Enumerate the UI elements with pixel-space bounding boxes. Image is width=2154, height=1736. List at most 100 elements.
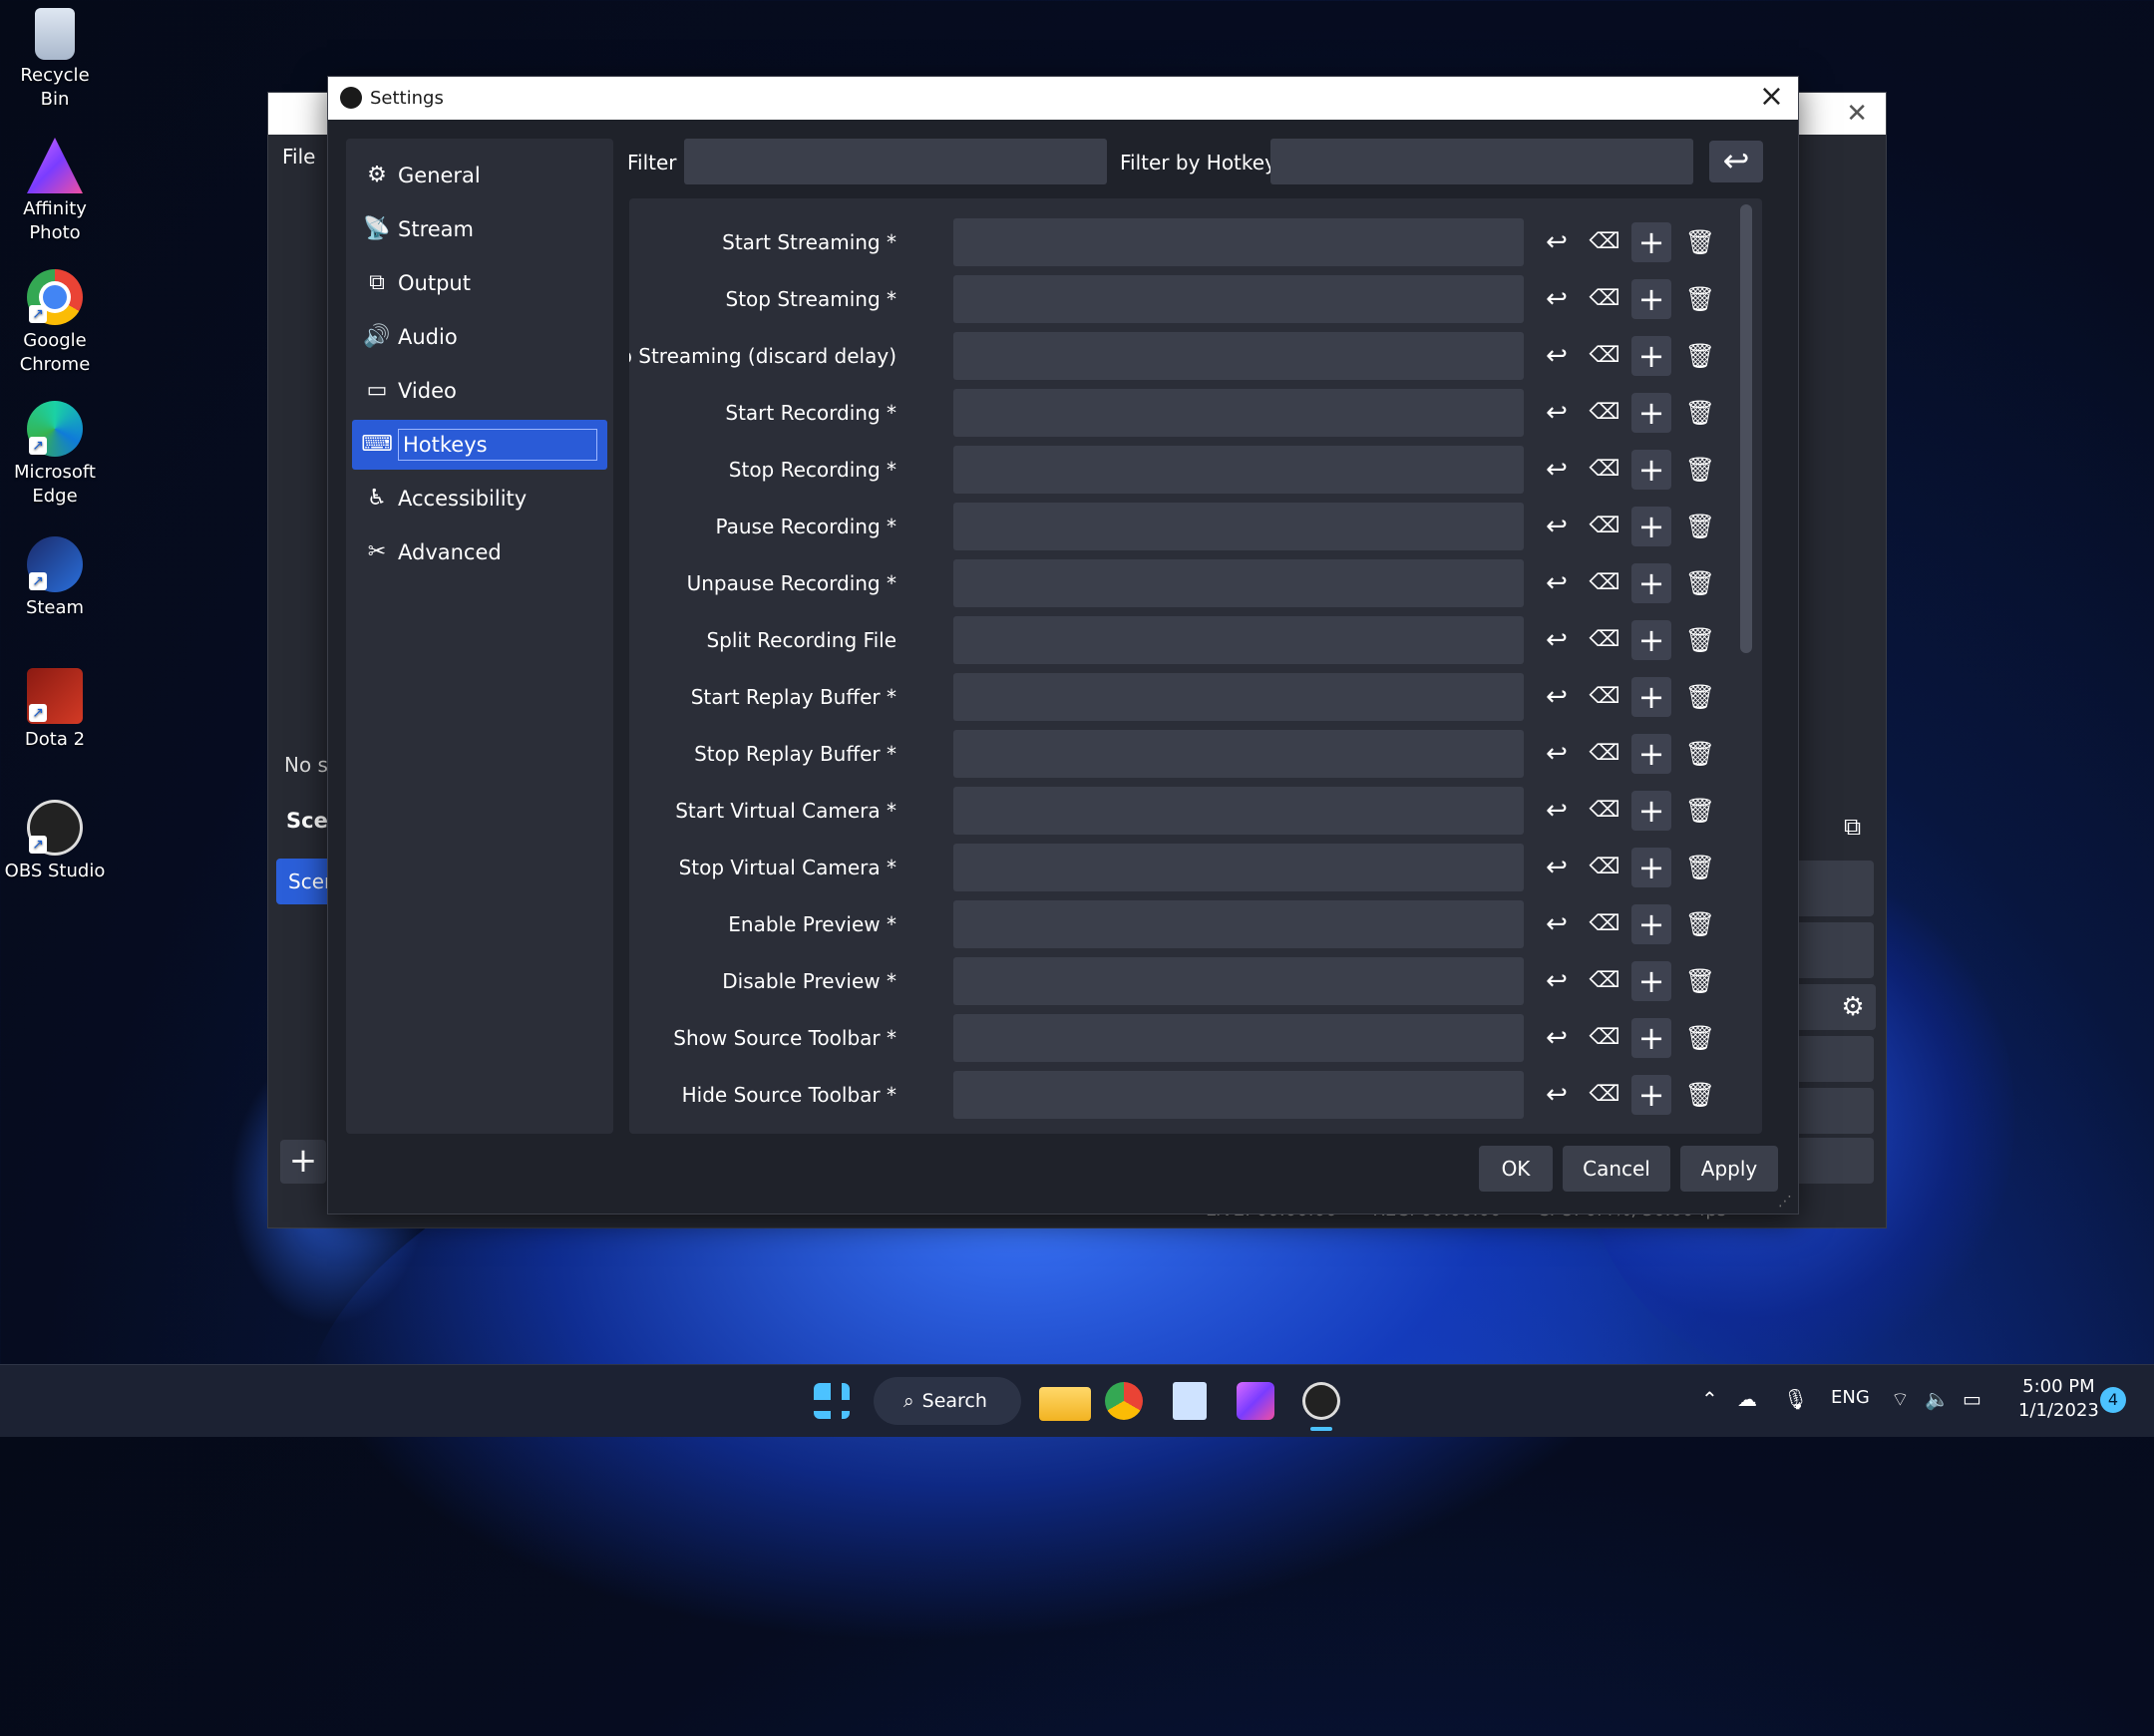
sidebar-item-audio[interactable]: 🔊 Audio	[352, 312, 607, 362]
add-icon[interactable]: +	[1631, 279, 1671, 319]
add-scene-button[interactable]: +	[280, 1140, 326, 1184]
hotkey-input[interactable]	[953, 332, 1524, 380]
chevron-up-icon[interactable]: ⌃	[1701, 1387, 1718, 1411]
add-icon[interactable]: +	[1631, 393, 1671, 433]
sidebar-item-output[interactable]: ⧉ Output	[352, 258, 607, 308]
control-button[interactable]	[1794, 1138, 1874, 1184]
revert-icon[interactable]: ↩	[1537, 791, 1577, 831]
desktop-icon-chrome[interactable]: ↗ Google Chrome	[0, 261, 110, 377]
chrome-icon[interactable]	[1105, 1382, 1143, 1420]
trash-icon[interactable]: 🗑	[1680, 848, 1720, 887]
gear-icon[interactable]: ⚙	[1830, 984, 1876, 1030]
reset-filter-button[interactable]: ↩	[1709, 141, 1763, 182]
sidebar-item-hotkeys[interactable]: ⌨ Hotkeys	[352, 420, 607, 470]
clear-icon[interactable]: ⌫	[1585, 620, 1624, 660]
add-icon[interactable]: +	[1631, 734, 1671, 774]
sidebar-item-general[interactable]: ⚙ General	[352, 151, 607, 200]
revert-icon[interactable]: ↩	[1537, 677, 1577, 717]
menu-file[interactable]: File	[282, 145, 315, 169]
control-button[interactable]	[1794, 1088, 1874, 1134]
clear-icon[interactable]: ⌫	[1585, 1075, 1624, 1115]
trash-icon[interactable]: 🗑	[1680, 279, 1720, 319]
trash-icon[interactable]: 🗑	[1680, 336, 1720, 376]
hotkey-input[interactable]	[953, 218, 1524, 266]
trash-icon[interactable]: 🗑	[1680, 393, 1720, 433]
trash-icon[interactable]: 🗑	[1680, 450, 1720, 490]
add-icon[interactable]: +	[1631, 1075, 1671, 1115]
filter-by-hotkey-input[interactable]	[1270, 139, 1693, 184]
battery-icon[interactable]: ▭	[1963, 1387, 1981, 1411]
trash-icon[interactable]: 🗑	[1680, 1075, 1720, 1115]
hotkey-input[interactable]	[953, 389, 1524, 437]
add-icon[interactable]: +	[1631, 904, 1671, 944]
resize-grip-icon[interactable]: ⋰	[1778, 1194, 1792, 1210]
hotkey-input[interactable]	[953, 1071, 1524, 1119]
ok-button[interactable]: OK	[1479, 1146, 1553, 1192]
filter-input[interactable]	[684, 139, 1107, 184]
trash-icon[interactable]: 🗑	[1680, 791, 1720, 831]
hotkey-input[interactable]	[953, 844, 1524, 891]
desktop-icon-edge[interactable]: ↗ Microsoft Edge	[0, 393, 110, 509]
add-icon[interactable]: +	[1631, 791, 1671, 831]
hotkey-input[interactable]	[953, 673, 1524, 721]
clear-icon[interactable]: ⌫	[1585, 677, 1624, 717]
revert-icon[interactable]: ↩	[1537, 1018, 1577, 1058]
add-icon[interactable]: +	[1631, 1018, 1671, 1058]
clear-icon[interactable]: ⌫	[1585, 791, 1624, 831]
desktop-icon-recycle-bin[interactable]: Recycle Bin	[0, 0, 110, 112]
dock-undock-icon[interactable]: ⧉	[1844, 813, 1861, 841]
sidebar-item-accessibility[interactable]: ♿ Accessibility	[352, 474, 607, 523]
microphone-icon[interactable]: 🎙	[1783, 1387, 1808, 1411]
revert-icon[interactable]: ↩	[1537, 734, 1577, 774]
revert-icon[interactable]: ↩	[1537, 1075, 1577, 1115]
add-icon[interactable]: +	[1631, 507, 1671, 546]
scrollbar[interactable]	[1740, 204, 1752, 653]
revert-icon[interactable]: ↩	[1537, 507, 1577, 546]
revert-icon[interactable]: ↩	[1537, 848, 1577, 887]
notepad-icon[interactable]	[1173, 1382, 1207, 1420]
hotkey-input[interactable]	[953, 957, 1524, 1005]
trash-icon[interactable]: 🗑	[1680, 1018, 1720, 1058]
revert-icon[interactable]: ↩	[1537, 620, 1577, 660]
file-explorer-icon[interactable]	[1039, 1387, 1091, 1421]
clear-icon[interactable]: ⌫	[1585, 279, 1624, 319]
hotkey-input[interactable]	[953, 900, 1524, 948]
add-icon[interactable]: +	[1631, 848, 1671, 887]
control-button[interactable]	[1794, 922, 1874, 978]
clear-icon[interactable]: ⌫	[1585, 563, 1624, 603]
desktop-icon-steam[interactable]: ↗ Steam	[0, 528, 110, 620]
clear-icon[interactable]: ⌫	[1585, 1018, 1624, 1058]
hotkey-input[interactable]	[953, 1014, 1524, 1062]
close-icon[interactable]: ✕	[1846, 99, 1868, 129]
trash-icon[interactable]: 🗑	[1680, 620, 1720, 660]
add-icon[interactable]: +	[1631, 563, 1671, 603]
revert-icon[interactable]: ↩	[1537, 563, 1577, 603]
apply-button[interactable]: Apply	[1680, 1146, 1778, 1192]
desktop-icon-dota2[interactable]: ↗ Dota 2	[0, 660, 110, 752]
control-button[interactable]	[1794, 1036, 1874, 1082]
obs-icon[interactable]	[1302, 1382, 1340, 1420]
clear-icon[interactable]: ⌫	[1585, 336, 1624, 376]
revert-icon[interactable]: ↩	[1537, 222, 1577, 262]
desktop-icon-obs[interactable]: ↗ OBS Studio	[0, 792, 110, 883]
clear-icon[interactable]: ⌫	[1585, 507, 1624, 546]
revert-icon[interactable]: ↩	[1537, 904, 1577, 944]
add-icon[interactable]: +	[1631, 450, 1671, 490]
trash-icon[interactable]: 🗑	[1680, 222, 1720, 262]
add-icon[interactable]: +	[1631, 336, 1671, 376]
add-icon[interactable]: +	[1631, 222, 1671, 262]
revert-icon[interactable]: ↩	[1537, 393, 1577, 433]
revert-icon[interactable]: ↩	[1537, 961, 1577, 1001]
trash-icon[interactable]: 🗑	[1680, 507, 1720, 546]
trash-icon[interactable]: 🗑	[1680, 677, 1720, 717]
revert-icon[interactable]: ↩	[1537, 279, 1577, 319]
hotkey-input[interactable]	[953, 559, 1524, 607]
trash-icon[interactable]: 🗑	[1680, 961, 1720, 1001]
hotkey-input[interactable]	[953, 503, 1524, 550]
clear-icon[interactable]: ⌫	[1585, 961, 1624, 1001]
desktop-icon-affinity-photo[interactable]: Affinity Photo	[0, 130, 110, 245]
affinity-photo-icon[interactable]	[1237, 1382, 1274, 1420]
clear-icon[interactable]: ⌫	[1585, 393, 1624, 433]
volume-icon[interactable]: 🔈	[1925, 1387, 1950, 1411]
trash-icon[interactable]: 🗑	[1680, 734, 1720, 774]
